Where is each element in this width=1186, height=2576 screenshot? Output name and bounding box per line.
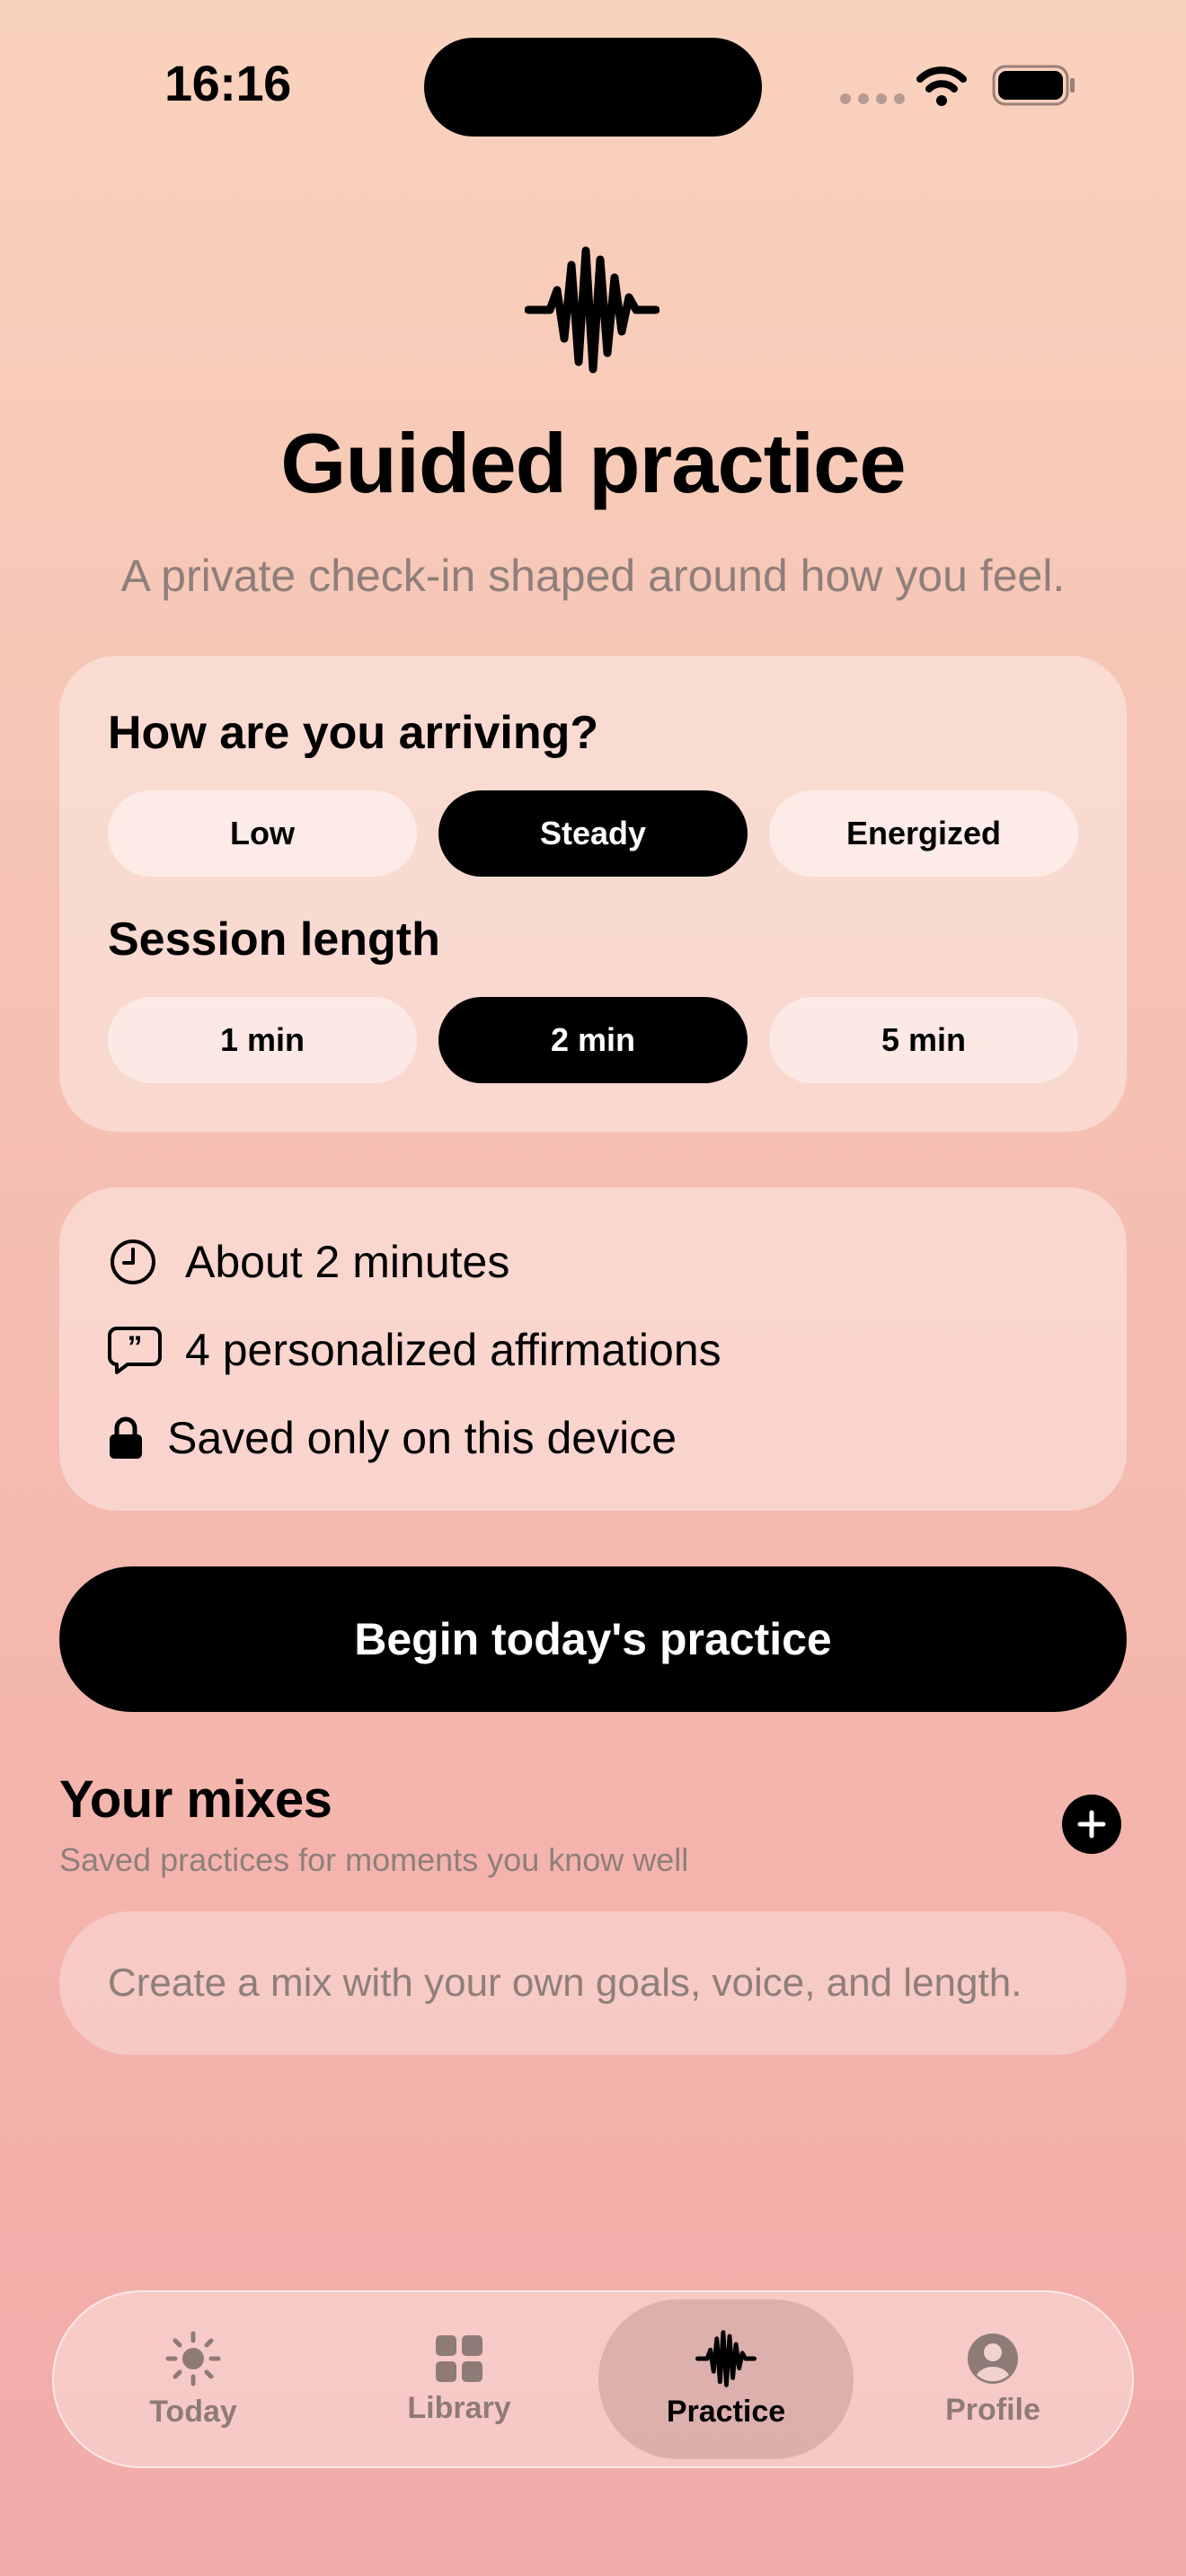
length-option-2-min[interactable]: 2 min — [438, 997, 748, 1083]
sun-icon — [165, 2331, 221, 2386]
tab-profile-label: Profile — [945, 2392, 1040, 2427]
mixes-title: Your mixes — [59, 1770, 332, 1829]
tab-today-label: Today — [149, 2394, 237, 2429]
tab-today[interactable]: Today — [97, 2299, 289, 2459]
battery-icon — [992, 65, 1075, 106]
person-circle-icon — [968, 2333, 1018, 2384]
duration-row: About 2 minutes — [108, 1236, 509, 1288]
session-length-label: Session length — [108, 913, 440, 966]
grid-icon — [436, 2334, 482, 2382]
create-mix-card[interactable]: Create a mix with your own goals, voice,… — [59, 1911, 1127, 2055]
mood-option-energized[interactable]: Energized — [769, 790, 1078, 877]
tab-profile[interactable]: Profile — [897, 2299, 1089, 2459]
mood-option-steady[interactable]: Steady — [438, 790, 748, 877]
tab-practice-label: Practice — [666, 2394, 786, 2429]
length-option-1-min[interactable]: 1 min — [108, 997, 417, 1083]
waveform-icon — [695, 2329, 757, 2387]
plus-icon — [1077, 1810, 1106, 1839]
length-option-5-min[interactable]: 5 min — [769, 997, 1078, 1083]
clock-icon — [111, 1239, 155, 1284]
dynamic-island — [424, 38, 762, 137]
status-time: 16:16 — [164, 55, 291, 111]
wifi-icon — [916, 66, 967, 106]
svg-text:”: ” — [128, 1330, 143, 1364]
tab-practice[interactable]: Practice — [598, 2299, 854, 2459]
tab-library[interactable]: Library — [363, 2299, 555, 2459]
waveform-icon — [525, 246, 659, 374]
page-subtitle: A private check-in shaped around how you… — [120, 551, 1066, 601]
quote-bubble-icon: ” — [108, 1327, 162, 1374]
tab-library-label: Library — [407, 2390, 511, 2425]
mixes-subtitle: Saved practices for moments you know wel… — [59, 1841, 689, 1878]
privacy-text: Saved only on this device — [167, 1413, 677, 1463]
page-title: Guided practice — [280, 416, 906, 510]
cellular-signal-icon — [840, 93, 905, 104]
mood-label: How are you arriving? — [108, 707, 599, 759]
duration-text: About 2 minutes — [185, 1237, 510, 1287]
lock-icon — [110, 1416, 142, 1459]
privacy-row: Saved only on this device — [108, 1412, 677, 1464]
affirmations-text: 4 personalized affirmations — [185, 1325, 721, 1375]
affirmations-row: ” 4 personalized affirmations — [108, 1324, 721, 1376]
mood-option-low[interactable]: Low — [108, 790, 417, 877]
add-mix-button[interactable] — [1062, 1795, 1121, 1854]
begin-practice-button[interactable]: Begin today's practice — [59, 1566, 1127, 1712]
